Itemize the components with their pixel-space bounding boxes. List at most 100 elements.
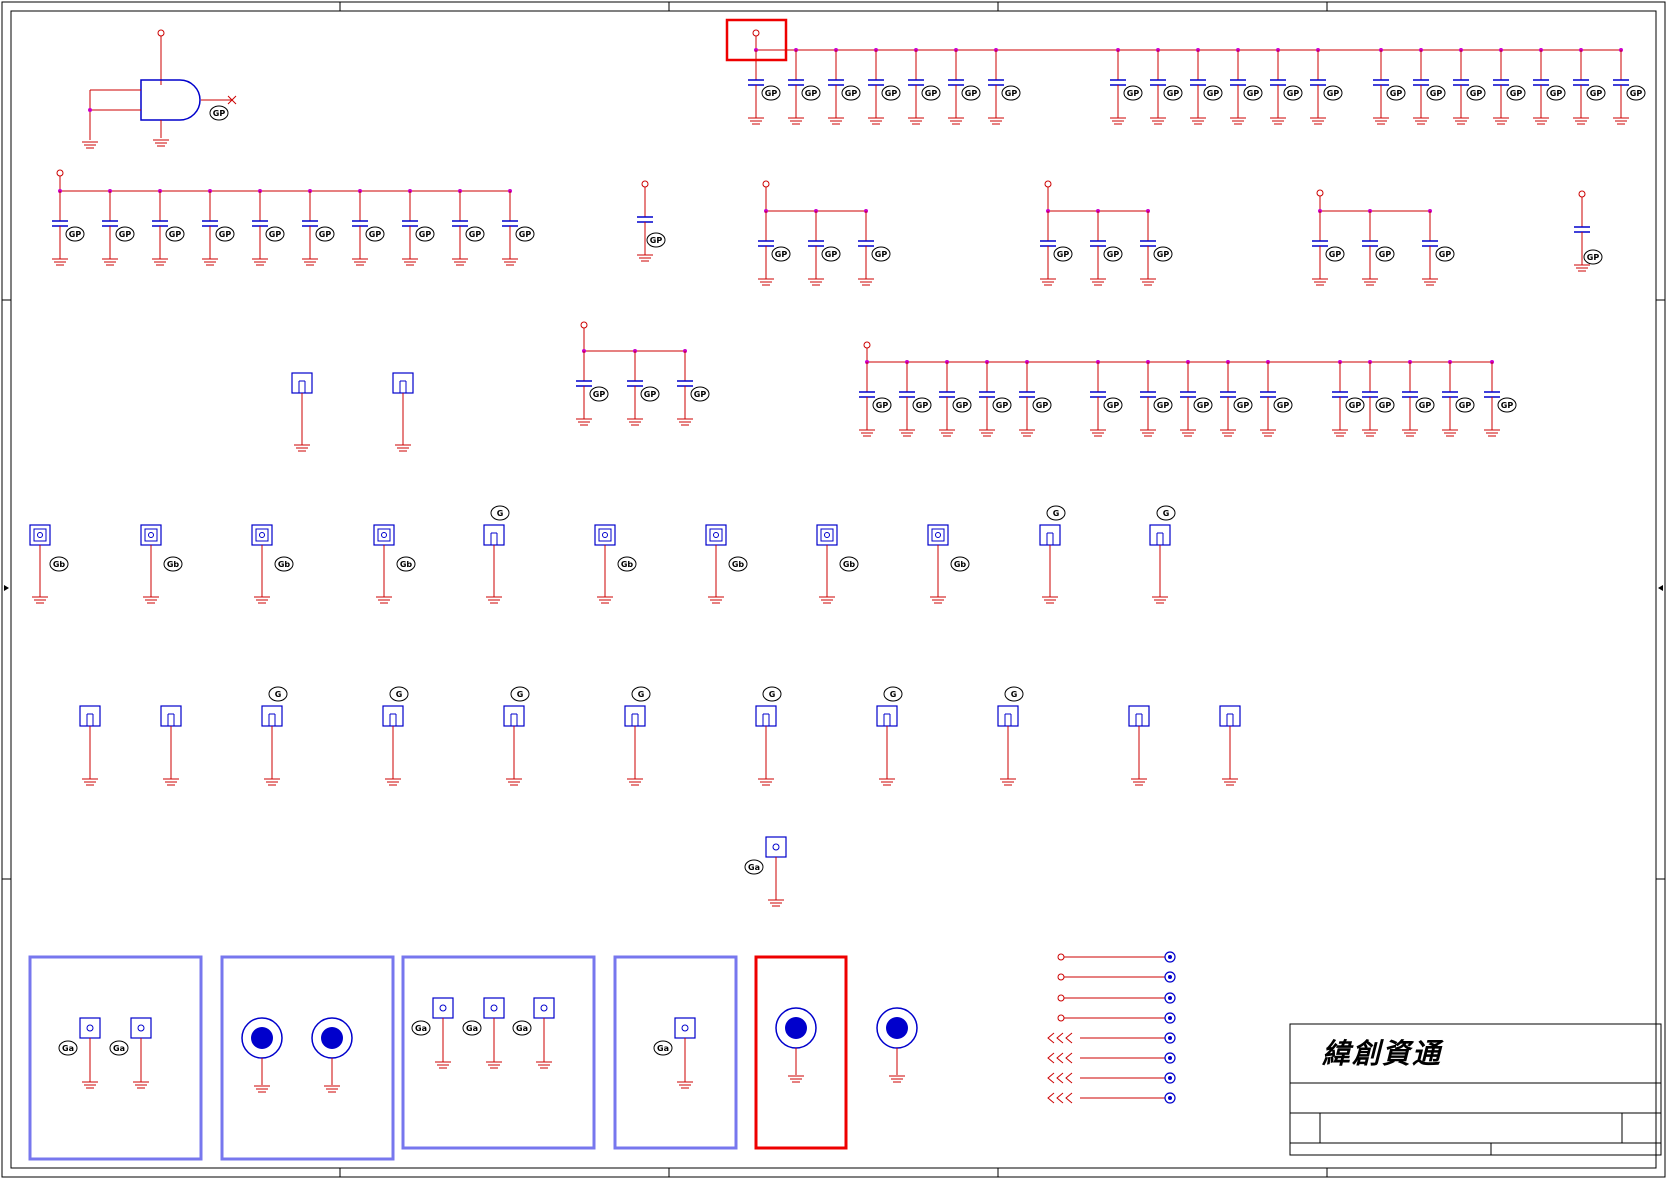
ground-icon <box>1180 429 1196 437</box>
and-gate-block: GP <box>82 29 237 149</box>
and-gate-icon <box>140 79 201 121</box>
ground-icon <box>828 117 844 125</box>
ground-icon <box>930 596 946 604</box>
component-label: G <box>631 686 651 702</box>
svg-text:GP: GP <box>650 236 663 245</box>
component-label: GP <box>1273 397 1293 413</box>
svg-text:GP: GP <box>1439 250 1452 259</box>
test-pad-icon <box>160 705 182 786</box>
svg-text:GP: GP <box>1329 250 1342 259</box>
component-label: GP <box>165 226 185 242</box>
capacitor-icon: GP <box>858 211 891 286</box>
component-label: G <box>883 686 903 702</box>
ground-icon <box>1230 117 1246 125</box>
test-pad-icon: Ga <box>58 1017 101 1089</box>
component-label: GP <box>115 226 135 242</box>
component-label: GP <box>1497 397 1517 413</box>
component-label: GP <box>1345 397 1365 413</box>
component-label: GP <box>1375 397 1395 413</box>
group-box-4: Ga <box>613 955 738 1150</box>
svg-text:GP: GP <box>593 390 606 399</box>
off-page-connector-icon <box>1047 1092 1176 1104</box>
test-pad-icon: G <box>1039 505 1066 604</box>
svg-text:GP: GP <box>1057 250 1070 259</box>
component-label: GP <box>1583 249 1603 265</box>
ground-icon <box>988 117 1004 125</box>
svg-text:G: G <box>517 690 524 699</box>
ground-icon <box>758 778 774 786</box>
cap-bank-d: GP GP GP <box>576 321 710 426</box>
ground-icon <box>1312 278 1328 286</box>
ground-icon <box>506 778 522 786</box>
component-label: GP <box>1193 397 1213 413</box>
schematic-canvas: GPGP GP GP GP GP GP GP GP GP GP GP GP GP GP GP GP GP GP GP… <box>1 1 1666 1178</box>
ground-icon <box>1090 278 1106 286</box>
test-pad-icon: Gb <box>140 524 183 604</box>
component-label: GP <box>1153 246 1173 262</box>
component-label: G <box>1046 505 1066 521</box>
svg-text:Gb: Gb <box>53 560 66 569</box>
svg-text:GP: GP <box>1207 89 1220 98</box>
ground-icon <box>597 596 613 604</box>
capacitor-icon: GP <box>939 362 972 437</box>
capacitor-icon: GP <box>948 50 981 125</box>
capacitor-icon: GP <box>1493 50 1526 125</box>
component-label: G <box>510 686 530 702</box>
cap-bank-left: GP GP GP GP GP GP GP GP GP GP <box>52 169 535 266</box>
svg-text:GP: GP <box>1349 401 1362 410</box>
ground-icon <box>677 1081 693 1089</box>
ground-icon <box>1574 264 1590 272</box>
ground-icon <box>979 429 995 437</box>
test-pad-icon: G <box>261 686 288 786</box>
ground-icon <box>1150 117 1166 125</box>
ground-icon <box>133 1081 149 1089</box>
ground-icon <box>758 278 774 286</box>
component-label: GP <box>1001 85 1021 101</box>
component-label: GP <box>1163 85 1183 101</box>
ground-icon <box>1310 117 1326 125</box>
svg-text:G: G <box>769 690 776 699</box>
svg-text:GP: GP <box>956 401 969 410</box>
component-label: GP <box>1325 246 1345 262</box>
capacitor-icon: GP <box>1453 50 1486 125</box>
ground-icon <box>82 778 98 786</box>
svg-text:GP: GP <box>119 230 132 239</box>
pad-row-1: Gb Gb Gb G Gb Gb Gb Gb G G Gb <box>29 505 1176 604</box>
component-label: Ga <box>109 1040 129 1056</box>
ground-icon <box>452 258 468 266</box>
ground-icon <box>576 418 592 426</box>
ground-icon <box>1493 117 1509 125</box>
component-label: GP <box>1386 85 1406 101</box>
capacitor-icon: GP <box>758 211 791 286</box>
component-label: G <box>1004 686 1024 702</box>
test-pad-icon: Gb <box>373 524 416 604</box>
svg-text:GP: GP <box>765 89 778 98</box>
ground-icon <box>899 429 915 437</box>
ground-icon <box>788 1075 804 1083</box>
svg-text:GP: GP <box>219 230 232 239</box>
component-label: GP <box>1426 85 1446 101</box>
pad-pair-upper <box>291 372 414 452</box>
svg-text:GP: GP <box>875 250 888 259</box>
component-label: Gb <box>396 556 416 572</box>
capacitor-icon: GP <box>1190 50 1223 125</box>
test-pad-icon: Ga <box>109 1017 152 1089</box>
ground-icon <box>1042 596 1058 604</box>
component-label: G <box>389 686 409 702</box>
ground-icon <box>352 258 368 266</box>
capacitor-icon: GP <box>1310 50 1343 125</box>
ground-icon <box>819 596 835 604</box>
component-label: GP <box>961 85 981 101</box>
capacitor-icon: GP <box>152 191 185 266</box>
ground-icon <box>324 1085 340 1093</box>
ground-icon <box>536 1061 552 1069</box>
ground-icon <box>1270 117 1286 125</box>
ground-icon <box>879 778 895 786</box>
off-page-connector-icon <box>1047 1072 1176 1084</box>
component-label: GP <box>1415 397 1435 413</box>
svg-text:GP: GP <box>1107 250 1120 259</box>
test-pad-icon: Ga <box>411 997 454 1069</box>
ground-icon <box>1140 429 1156 437</box>
svg-text:GP: GP <box>269 230 282 239</box>
component-label: GP <box>1375 246 1395 262</box>
